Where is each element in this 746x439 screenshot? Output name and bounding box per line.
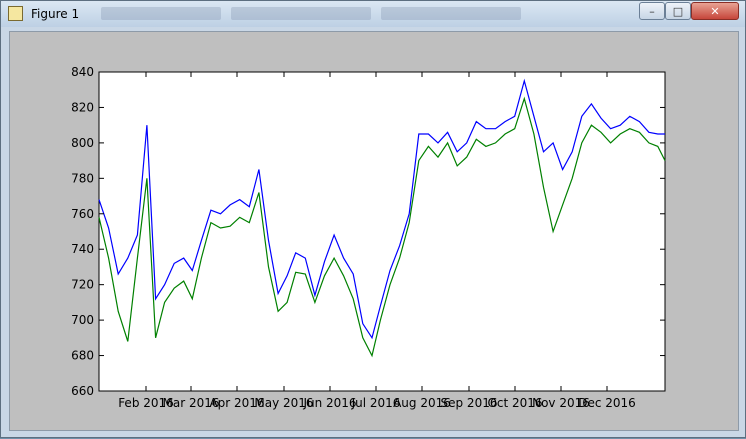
- y-tick-label: 840: [71, 65, 94, 79]
- y-tick-label: 720: [71, 278, 94, 292]
- y-tick-label: 760: [71, 207, 94, 221]
- figure-window: Figure 1 – □ ✕ 660 680 700 720 740 760 780 800 8…: [0, 0, 746, 438]
- x-tick-label: Dec 2016: [578, 396, 636, 410]
- y-tick-label: 820: [71, 100, 94, 114]
- plot-area: [98, 71, 666, 392]
- y-tick-label: 680: [71, 349, 94, 363]
- y-tick-label: 660: [71, 384, 94, 398]
- x-tick-label: Jun 2016: [302, 396, 356, 410]
- y-tick-label: 800: [71, 136, 94, 150]
- line-chart: 660680700720740760780800820840Feb 2016Ma…: [71, 65, 666, 410]
- y-tick-label: 700: [71, 313, 94, 327]
- y-tick-label: 740: [71, 242, 94, 256]
- y-tick-label: 780: [71, 171, 94, 185]
